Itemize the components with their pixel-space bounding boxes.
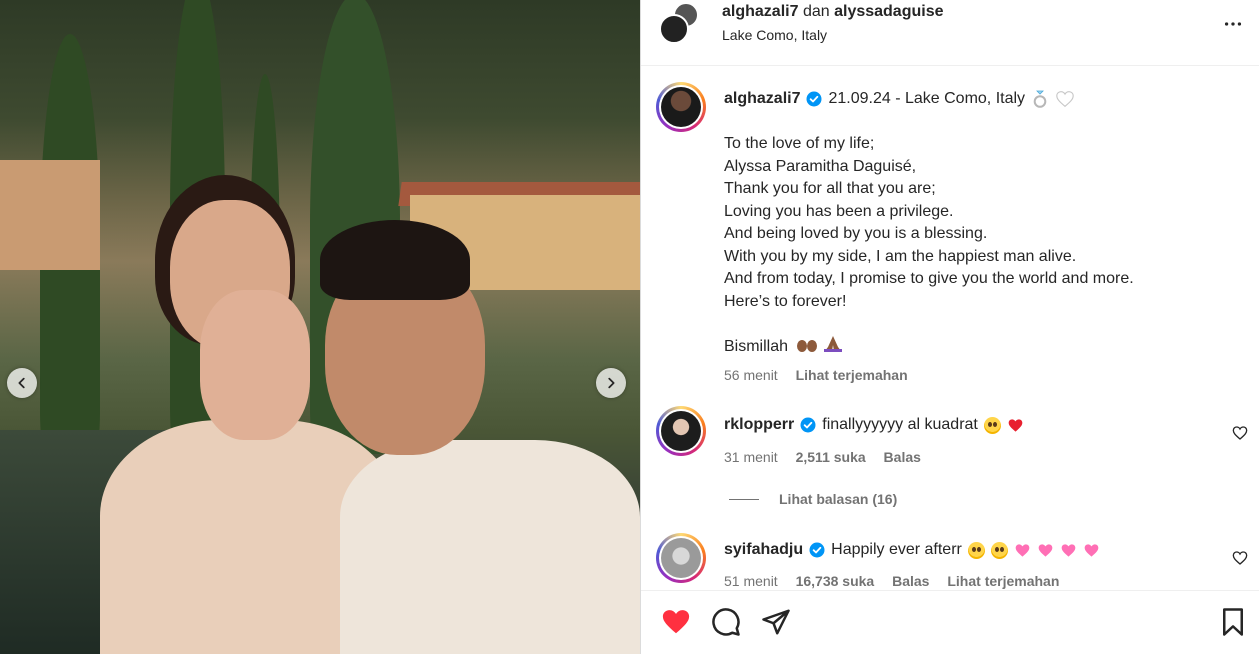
caption-line: To the love of my life; xyxy=(724,135,875,152)
post-authors: alghazali7 dan alyssadaguise xyxy=(722,3,944,21)
comment-likes[interactable]: 16,738 suka xyxy=(796,573,875,589)
avatar xyxy=(661,411,701,451)
comment-username[interactable]: syifahadju xyxy=(724,541,803,559)
reply-button[interactable]: Balas xyxy=(884,449,921,465)
bookmark-icon xyxy=(1223,608,1243,636)
share-button[interactable] xyxy=(761,607,791,637)
pink-heart-emoji-icon xyxy=(1061,543,1076,557)
white-heart-emoji-icon xyxy=(1056,91,1074,108)
comment-username[interactable]: rklopperr xyxy=(724,416,794,434)
authors-conjunction: dan xyxy=(802,3,830,20)
location-link[interactable]: Lake Como, Italy xyxy=(722,27,827,43)
comment-row: rklopperr finallyyyyyy al kuadrat xyxy=(724,416,1024,434)
replies-divider xyxy=(729,498,759,500)
chevron-right-icon xyxy=(608,377,615,389)
comment-text: Happily ever afterr xyxy=(831,541,962,558)
caption-closing-text: Bismillah xyxy=(724,338,789,355)
caption-line: Loving you has been a privilege. xyxy=(724,202,954,220)
ring-emoji-icon xyxy=(1033,90,1047,108)
see-translation-link[interactable]: Lihat terjemahan xyxy=(796,367,908,383)
comment-time: 51 menit xyxy=(724,573,778,589)
more-horizontal-icon[interactable] xyxy=(1222,13,1244,35)
pink-heart-emoji-icon xyxy=(1084,543,1099,557)
comment-avatar[interactable] xyxy=(656,406,706,456)
send-paper-plane-icon xyxy=(762,609,790,635)
collab-avatars[interactable] xyxy=(659,2,703,46)
post-header: alghazali7 dan alyssadaguise Lake Como, … xyxy=(641,0,1259,66)
comment-meta: 51 menit 16,738 suka Balas Lihat terjema… xyxy=(724,573,1073,589)
post-side-panel: alghazali7 dan alyssadaguise Lake Como, … xyxy=(640,0,1259,654)
view-replies-button[interactable]: Lihat balasan (16) xyxy=(729,491,897,507)
avatar xyxy=(659,14,689,44)
like-button[interactable] xyxy=(661,607,691,637)
comment-avatar[interactable] xyxy=(656,533,706,583)
verified-badge-icon xyxy=(806,91,822,107)
post-photo[interactable] xyxy=(0,0,640,654)
pleading-face-emoji-icon xyxy=(990,541,1008,559)
view-replies-label: Lihat balasan (16) xyxy=(779,491,898,507)
pink-heart-emoji-icon xyxy=(1015,543,1030,557)
pleading-face-emoji-icon xyxy=(983,416,1001,434)
photo-hand xyxy=(200,290,310,440)
save-button[interactable] xyxy=(1218,607,1248,637)
caption-line: And being loved by you is a blessing. xyxy=(724,225,988,242)
comment-button[interactable] xyxy=(711,607,741,637)
pink-heart-emoji-icon xyxy=(1038,543,1053,557)
caption-line: Thank you for all that you are; xyxy=(724,180,936,197)
caption-line: Alyssa Paramitha Daguisé, xyxy=(724,157,917,175)
red-heart-emoji-icon xyxy=(1008,418,1023,432)
caption-text: To the love of my life; Alyssa Paramitha… xyxy=(724,133,1244,359)
see-translation-link[interactable]: Lihat terjemahan xyxy=(947,573,1059,589)
praying-hands-emoji-icon xyxy=(823,336,842,352)
raised-hands-emoji-icon xyxy=(797,340,818,352)
comment-row: syifahadju Happily ever afterr xyxy=(724,541,1100,559)
caption-line: And from today, I promise to give you th… xyxy=(724,270,1134,287)
caption-line: With you by my side, I am the happiest m… xyxy=(724,247,1077,265)
pleading-face-emoji-icon xyxy=(967,541,985,559)
caption-date-location: 21.09.24 - Lake Como, Italy xyxy=(828,90,1026,107)
reply-button[interactable]: Balas xyxy=(892,573,929,589)
caption-username[interactable]: alghazali7 xyxy=(724,90,800,108)
carousel-next-button[interactable] xyxy=(596,368,626,398)
comment-likes[interactable]: 2,511 suka xyxy=(796,449,866,465)
avatar xyxy=(661,538,701,578)
comment-meta: 31 menit 2,511 suka Balas xyxy=(724,449,935,465)
comment-time: 31 menit xyxy=(724,449,778,465)
like-comment-heart-icon[interactable] xyxy=(1232,550,1248,566)
like-comment-heart-icon[interactable] xyxy=(1232,425,1248,441)
author-link[interactable]: alghazali7 xyxy=(722,3,798,20)
caption-line: Here’s to forever! xyxy=(724,292,847,310)
comment-text: finallyyyyyy al kuadrat xyxy=(822,416,978,433)
heart-filled-icon xyxy=(662,610,690,634)
avatar xyxy=(661,87,701,127)
photo-person xyxy=(320,220,470,300)
collaborator-link[interactable]: alyssadaguise xyxy=(834,3,943,20)
comment-bubble-icon xyxy=(712,608,740,636)
post-action-bar xyxy=(641,590,1259,654)
chevron-left-icon xyxy=(18,377,25,389)
caption-closing: Bismillah xyxy=(724,335,1244,359)
caption-headline: alghazali7 21.09.24 - Lake Como, Italy xyxy=(724,89,1075,109)
photo-person xyxy=(340,440,640,654)
verified-badge-icon xyxy=(809,542,825,558)
verified-badge-icon xyxy=(800,417,816,433)
carousel-prev-button[interactable] xyxy=(7,368,37,398)
caption-time: 56 menit xyxy=(724,367,778,383)
photo-building xyxy=(0,160,100,270)
caption-meta: 56 menit Lihat terjemahan xyxy=(724,367,922,383)
caption-avatar[interactable] xyxy=(656,82,706,132)
